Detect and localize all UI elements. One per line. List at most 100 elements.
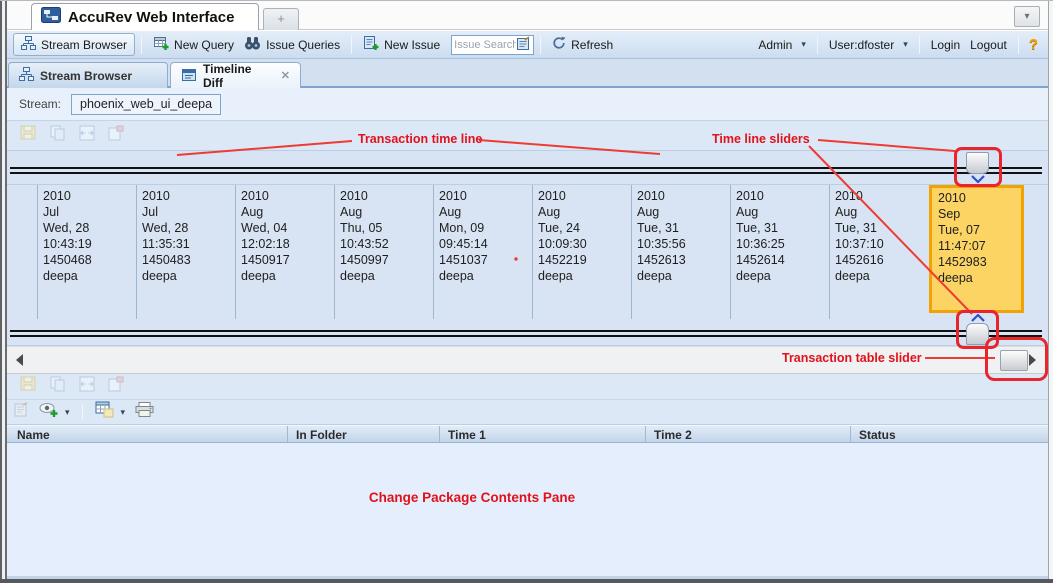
transaction-cell[interactable]: 2010 Jul Wed, 28 10:43:19 1450468 deepa: [37, 185, 136, 320]
column-header-time2[interactable]: Time 2: [645, 426, 850, 442]
timeline-track-top[interactable]: [10, 167, 1042, 174]
slider-handle[interactable]: [966, 152, 989, 174]
tab-stream-browser[interactable]: Stream Browser: [8, 62, 168, 88]
transaction-user: deepa: [835, 268, 924, 284]
toolbar-separator: [919, 36, 920, 54]
transaction-year: 2010: [43, 188, 132, 204]
timeline-slider-bottom[interactable]: [966, 312, 990, 345]
refresh-button[interactable]: Refresh: [547, 34, 618, 55]
column-header-time1[interactable]: Time 1: [439, 426, 645, 442]
diff-icon: [79, 376, 95, 397]
toolbar-separator: [141, 36, 142, 54]
promote-button[interactable]: [11, 401, 31, 424]
new-issue-button[interactable]: New Issue: [358, 33, 445, 56]
slider-handle[interactable]: [966, 323, 989, 345]
scroll-right-icon[interactable]: [1029, 354, 1036, 366]
new-query-button[interactable]: New Query: [148, 33, 239, 56]
transaction-cell[interactable]: 2010 Sep Tue, 07 11:47:07 1452983 deepa: [929, 185, 1024, 313]
logout-link[interactable]: Logout: [965, 36, 1012, 54]
send-to-issue-button[interactable]: [106, 124, 126, 147]
transaction-time: 10:36:25: [736, 236, 825, 252]
stream-browser-icon: [19, 67, 34, 84]
transaction-user: deepa: [142, 268, 231, 284]
eye-add-icon: [39, 401, 59, 423]
transaction-time: 11:47:07: [938, 238, 1021, 254]
export-table-button[interactable]: ▾: [93, 400, 128, 424]
toolbar-separator: [540, 36, 541, 54]
save-icon: [20, 125, 37, 146]
column-header-status[interactable]: Status: [850, 426, 1048, 442]
close-tab-icon[interactable]: ✕: [281, 69, 290, 82]
transaction-month: Aug: [637, 204, 726, 220]
transaction-id: 1450468: [43, 252, 132, 268]
app-tab-title: AccuRev Web Interface: [68, 9, 234, 26]
transaction-timeline: 2010 Jul Wed, 28 10:43:19 1450468 deepa …: [7, 184, 1048, 319]
transaction-time: 10:37:10: [835, 236, 924, 252]
save-button[interactable]: [18, 124, 39, 147]
transaction-month: Sep: [938, 206, 1021, 222]
tab-timeline-diff-label: Timeline Diff: [203, 62, 271, 90]
stream-browser-button[interactable]: Stream Browser: [13, 33, 135, 56]
help-icon[interactable]: ?: [1029, 36, 1038, 53]
timeline-cells-row: 2010 Jul Wed, 28 10:43:19 1450468 deepa …: [37, 185, 1024, 320]
send-to-issue-button[interactable]: [106, 375, 126, 398]
transaction-id: 1451037: [439, 252, 528, 268]
admin-menu[interactable]: Admin ▾: [753, 36, 811, 54]
chevron-up-icon: [971, 313, 985, 322]
issue-search-input[interactable]: [454, 37, 516, 53]
issue-queries-button[interactable]: Issue Queries: [239, 34, 345, 55]
user-menu[interactable]: User:dfoster ▾: [824, 36, 913, 54]
login-link[interactable]: Login: [926, 36, 965, 54]
window-frame-right: [1048, 1, 1053, 583]
column-header-in-folder[interactable]: In Folder: [287, 426, 439, 442]
new-issue-label: New Issue: [384, 38, 440, 52]
send-to-issue-icon: [108, 376, 124, 397]
stream-browser-label: Stream Browser: [41, 38, 127, 52]
copy-icon: [50, 125, 66, 146]
transaction-cell[interactable]: 2010 Aug Tue, 31 10:36:25 1452614 deepa: [730, 185, 829, 320]
print-button[interactable]: [133, 401, 156, 424]
transaction-cell[interactable]: 2010 Aug Thu, 05 10:43:52 1450997 deepa: [334, 185, 433, 320]
timeline-bottom-strip: [7, 319, 1048, 346]
chevron-down-icon: ▾: [65, 407, 70, 418]
tab-timeline-diff[interactable]: Timeline Diff ✕: [170, 62, 301, 88]
toolbar-right-group: Admin ▾ User:dfoster ▾ Login Logout ?: [753, 36, 1042, 54]
transaction-cell[interactable]: 2010 Aug Mon, 09 09:45:14 1451037 deepa: [433, 185, 532, 320]
issue-search-go-icon[interactable]: [516, 36, 531, 54]
diff-button[interactable]: [77, 124, 97, 147]
transaction-month: Aug: [241, 204, 330, 220]
toolbar-separator: [82, 404, 83, 420]
copy-button[interactable]: [48, 375, 68, 398]
stream-name-field[interactable]: phoenix_web_ui_deepa: [71, 94, 221, 115]
browser-tab-accurev[interactable]: AccuRev Web Interface: [31, 3, 259, 30]
export-table-icon: [95, 401, 115, 423]
transaction-cell[interactable]: 2010 Aug Tue, 24 10:09:30 1452219 deepa: [532, 185, 631, 320]
transaction-day: Thu, 05: [340, 220, 429, 236]
transaction-day: Mon, 09: [439, 220, 528, 236]
transaction-year: 2010: [736, 188, 825, 204]
scroll-left-icon[interactable]: [16, 354, 23, 366]
new-issue-icon: [363, 35, 379, 54]
diff-button[interactable]: [77, 375, 97, 398]
transaction-id: 1450997: [340, 252, 429, 268]
transaction-day: Tue, 31: [835, 220, 924, 236]
transaction-time: 12:02:18: [241, 236, 330, 252]
timeline-track-bottom[interactable]: [10, 330, 1042, 337]
transaction-cell[interactable]: 2010 Aug Tue, 31 10:35:56 1452613 deepa: [631, 185, 730, 320]
timeline-slider-top[interactable]: [966, 152, 990, 184]
scrollbar-thumb[interactable]: [1000, 350, 1028, 371]
transaction-cell[interactable]: 2010 Jul Wed, 28 11:35:31 1450483 deepa: [136, 185, 235, 320]
transaction-cell[interactable]: 2010 Aug Wed, 04 12:02:18 1450917 deepa: [235, 185, 334, 320]
toolbar-separator: [351, 36, 352, 54]
send-to-issue-icon: [108, 125, 124, 146]
transaction-cell[interactable]: 2010 Aug Tue, 31 10:37:10 1452616 deepa: [829, 185, 928, 320]
transaction-time: 10:43:19: [43, 236, 132, 252]
copy-button[interactable]: [48, 124, 68, 147]
save-button[interactable]: [18, 375, 39, 398]
new-browser-tab-button[interactable]: +: [263, 8, 299, 30]
transaction-id: 1452983: [938, 254, 1021, 270]
tab-list-dropdown-button[interactable]: ▾: [1014, 6, 1040, 27]
annotation-change-package-contents-pane: Change Package Contents Pane: [272, 490, 672, 505]
view-options-button[interactable]: ▾: [37, 400, 72, 424]
column-header-name[interactable]: Name: [7, 426, 287, 442]
